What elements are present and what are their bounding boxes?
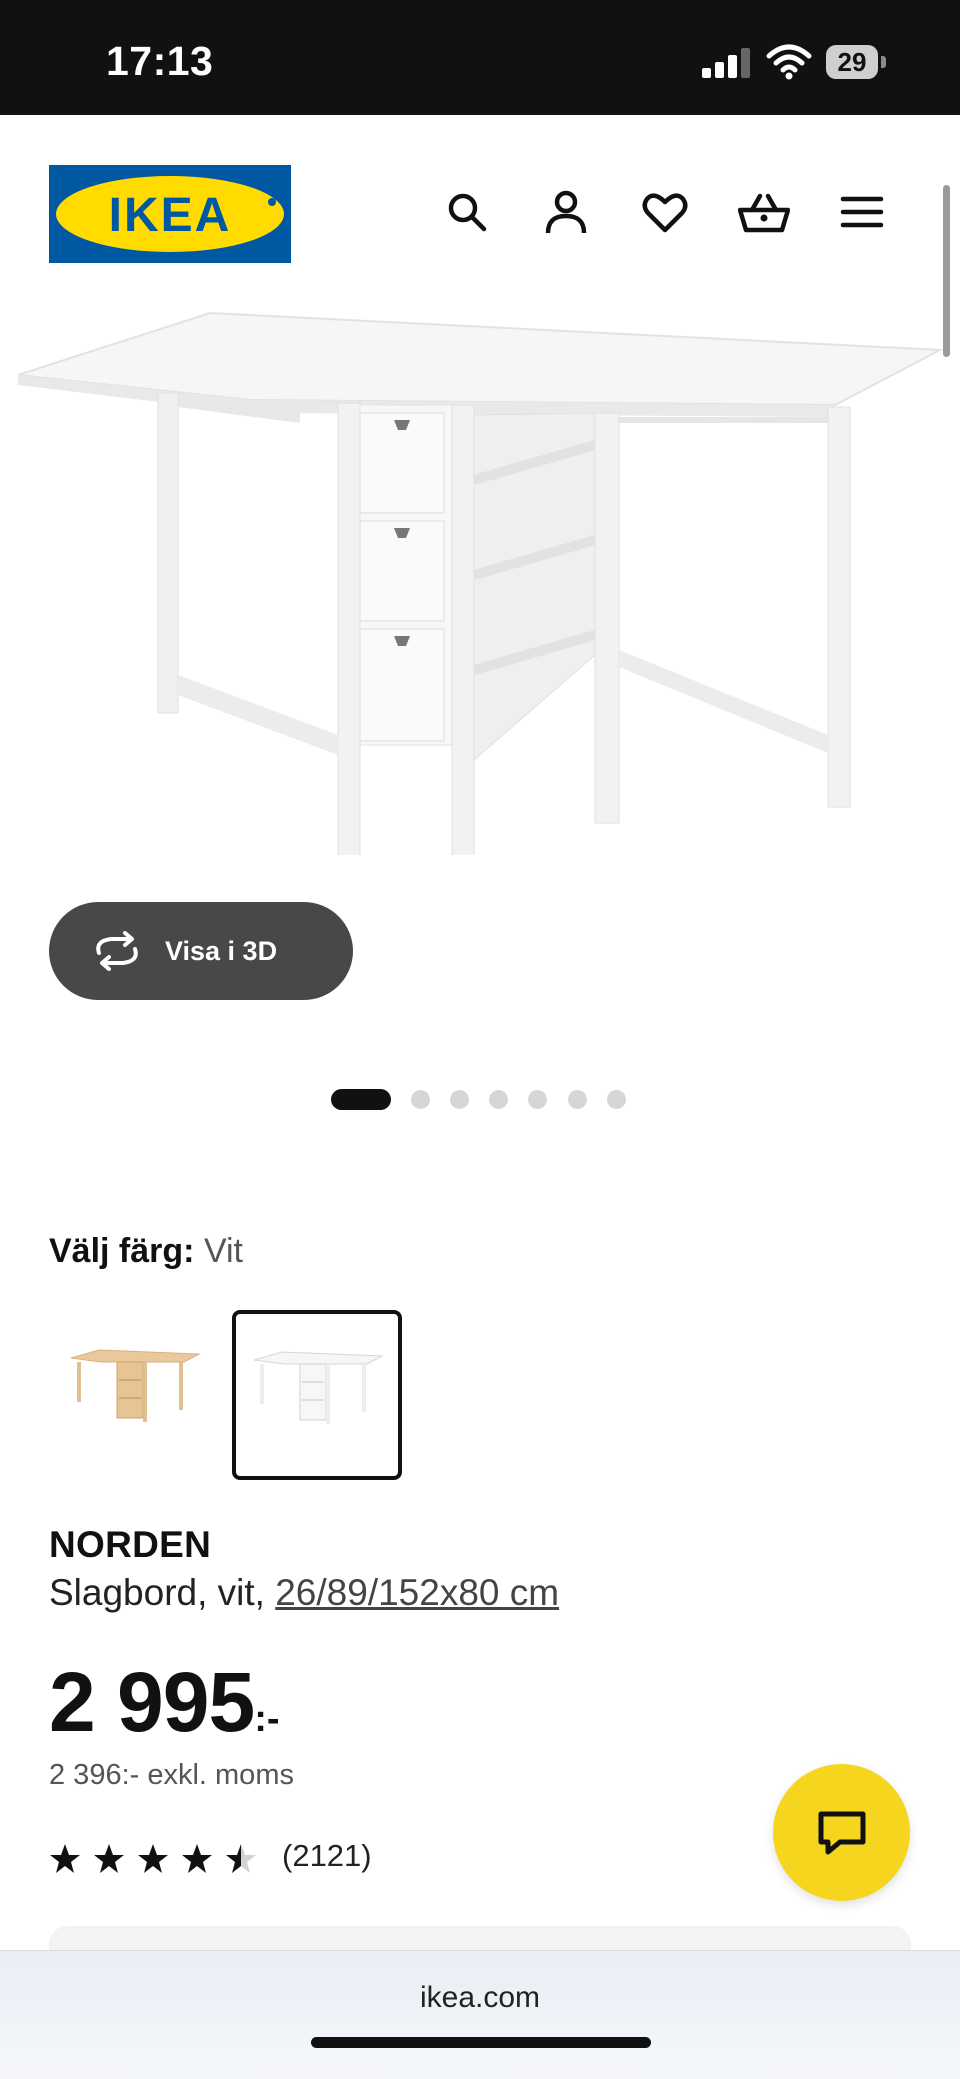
star-full-icon (94, 1844, 124, 1873)
product-dimensions-link[interactable]: 26/89/152x80 cm (275, 1572, 559, 1613)
carousel-dot[interactable] (489, 1090, 508, 1109)
carousel-dot[interactable] (528, 1090, 547, 1109)
rating-stars[interactable] (49, 1838, 269, 1878)
rotate-3d-icon (96, 931, 138, 971)
logo-text: IKEA (109, 189, 232, 242)
battery-cap (881, 56, 886, 68)
star-full-icon (182, 1844, 212, 1873)
product-type: Slagbord, vit, (49, 1572, 265, 1613)
price-excl-vat: 2 396:- exkl. moms (49, 1759, 294, 1791)
review-count[interactable]: (2121) (282, 1838, 372, 1874)
carousel-dot[interactable] (411, 1090, 430, 1109)
menu-button[interactable] (835, 185, 889, 239)
star-full-icon (138, 1844, 168, 1873)
account-button[interactable] (539, 185, 593, 239)
star-full-icon (50, 1844, 80, 1873)
view-in-3d-button[interactable]: Visa i 3D (49, 902, 353, 1000)
product-price: 2 995:- (49, 1654, 280, 1751)
basket-button[interactable] (737, 185, 791, 239)
status-time: 17:13 (106, 38, 214, 84)
wifi-icon (766, 44, 812, 80)
signal-icon (702, 48, 750, 78)
price-suffix: :- (254, 1698, 280, 1740)
carousel-indicator (0, 1088, 960, 1110)
color-option-birch[interactable] (49, 1310, 215, 1476)
heart-icon (642, 193, 688, 233)
color-selection-label: Välj färg: Vit (49, 1232, 243, 1271)
product-image[interactable] (0, 295, 960, 855)
basket-icon (738, 193, 790, 233)
menu-icon (840, 196, 884, 228)
view-in-3d-label: Visa i 3D (165, 935, 278, 966)
wishlist-button[interactable] (638, 185, 692, 239)
search-icon (448, 193, 487, 232)
battery-indicator: 29 (826, 45, 878, 79)
account-icon (545, 190, 587, 234)
color-label: Välj färg: (49, 1232, 195, 1270)
home-indicator[interactable] (311, 2037, 651, 2048)
product-description: Slagbord, vit, 26/89/152x80 cm (49, 1572, 559, 1614)
chat-icon (818, 1811, 865, 1854)
carousel-dot-active[interactable] (331, 1089, 391, 1110)
url-text[interactable]: ikea.com (0, 1981, 960, 2015)
birch-table-thumbnail (70, 1349, 201, 1422)
star-half-icon (226, 1844, 256, 1873)
status-bar: 17:13 29 (0, 0, 960, 115)
color-option-white[interactable] (232, 1310, 402, 1480)
chat-button[interactable] (773, 1764, 910, 1901)
price-amount: 2 995 (49, 1655, 255, 1749)
carousel-dot[interactable] (450, 1090, 469, 1109)
white-table-thumbnail (253, 1351, 384, 1424)
ikea-logo[interactable]: IKEA (49, 165, 291, 263)
carousel-dot[interactable] (607, 1090, 626, 1109)
color-value: Vit (203, 1232, 244, 1270)
search-button[interactable] (440, 185, 494, 239)
product-name: NORDEN (49, 1524, 212, 1565)
browser-address-bar[interactable]: ikea.com (0, 1950, 960, 2079)
carousel-dot[interactable] (568, 1090, 587, 1109)
